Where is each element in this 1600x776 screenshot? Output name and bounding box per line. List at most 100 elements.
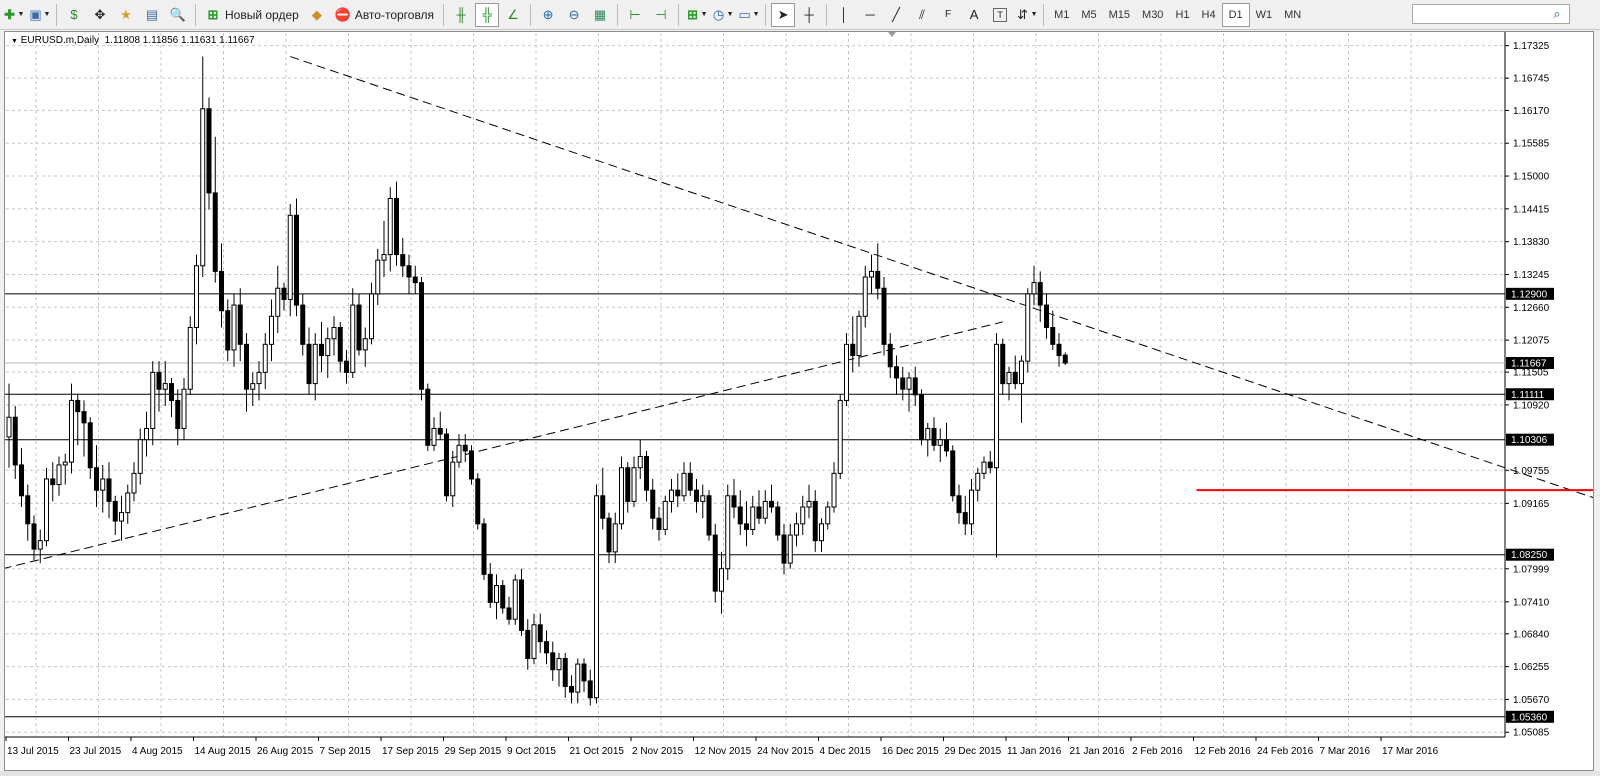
candle-bear <box>112 500 118 522</box>
candle-bull <box>37 540 43 550</box>
profiles-button[interactable]: ▣ ▼ <box>27 3 51 27</box>
candle-bull <box>1019 360 1024 385</box>
zoom-in-button[interactable]: ⊕ <box>536 3 560 27</box>
price-chart[interactable]: 1.17325 1.16745 1.16170 1.15585 1.15000 1.144… <box>5 32 1593 770</box>
price-tick-label: 1.05670 <box>1513 695 1550 706</box>
candle-bull <box>450 461 456 497</box>
candle-bull <box>119 512 124 522</box>
vertical-line-button[interactable]: │ <box>832 3 856 27</box>
channel-icon: ⫽ <box>919 6 925 22</box>
candle-bear <box>212 192 218 272</box>
autoscroll-icon: ⊣ <box>655 6 667 22</box>
candle-bear <box>812 500 818 542</box>
market-watch-icon: $ <box>70 6 78 22</box>
time-tick-label: 29 Sep 2015 <box>445 746 502 757</box>
cursor-button[interactable]: ➤ <box>771 2 796 27</box>
candle-bear <box>500 585 506 609</box>
timeframe-m30-button[interactable]: M30 <box>1136 4 1169 26</box>
tile-windows-icon: ▦ <box>593 6 607 22</box>
favorites-button[interactable]: ★ <box>114 3 138 27</box>
new-chart-button[interactable]: ✚ ▼ <box>1 3 25 27</box>
fibonacci-button[interactable]: F <box>936 3 960 27</box>
candle-bull <box>231 304 237 351</box>
price-tick-label: 1.06840 <box>1513 629 1550 640</box>
crosshair-button[interactable]: ┼ <box>797 3 821 27</box>
chart-symbol: EURUSD.m,Daily <box>20 35 100 46</box>
chart-shift-button[interactable]: ⊢ <box>623 3 647 27</box>
text-button[interactable]: A <box>962 3 986 27</box>
candle-bull <box>144 427 149 441</box>
auto-trading-button[interactable]: ⛔ Авто-торговля <box>331 3 438 27</box>
candle-bull <box>137 439 143 474</box>
time-tick-label: 21 Oct 2015 <box>570 746 625 757</box>
price-level-tag-label: 1.11667 <box>1511 359 1547 370</box>
text-label-button[interactable]: T <box>988 3 1012 27</box>
timeframe-h1-button[interactable]: H1 <box>1169 4 1195 26</box>
time-tick-label: 11 Jan 2016 <box>1007 746 1062 757</box>
chart-window[interactable]: 1.17325 1.16745 1.16170 1.15585 1.15000 1.144… <box>4 31 1594 771</box>
indicators-button[interactable]: ⊞ ▼ <box>684 3 708 27</box>
candle-bull <box>725 495 731 570</box>
candle-bear <box>356 304 362 351</box>
market-watch-button[interactable]: $ <box>62 3 86 27</box>
timeframe-m5-button[interactable]: M5 <box>1075 4 1102 26</box>
templates-button[interactable]: ▭ ▼ <box>736 3 760 27</box>
periods-button[interactable]: ◷ ▼ <box>710 3 734 27</box>
timeframe-m1-button[interactable]: M1 <box>1048 4 1075 26</box>
star-folder-icon: ★ <box>120 6 132 22</box>
candlestick-button[interactable]: ╬ <box>475 2 500 27</box>
candle-bear <box>81 411 87 424</box>
autoscroll-button[interactable]: ⊣ <box>649 3 673 27</box>
timeframe-w1-button[interactable]: W1 <box>1250 4 1279 26</box>
candle-bear <box>1037 282 1043 306</box>
new-order-button[interactable]: ⊞ Новый ордер <box>201 3 303 27</box>
tile-windows-button[interactable]: ▦ <box>588 3 612 27</box>
price-tick-label: 1.09165 <box>1513 499 1550 510</box>
vertical-line-icon: │ <box>840 6 849 22</box>
search-input[interactable] <box>1412 4 1570 24</box>
candle-bear <box>525 629 531 659</box>
time-tick-label: 13 Jul 2015 <box>7 746 59 757</box>
candle-bull <box>1025 293 1031 362</box>
strategy-tester-button[interactable]: 🔍 <box>166 3 190 27</box>
candle-bull <box>456 444 462 463</box>
timeframe-m15-button[interactable]: M15 <box>1103 4 1136 26</box>
timeframe-mn-button[interactable]: MN <box>1278 4 1307 26</box>
candle-bear <box>537 624 543 643</box>
chart-tabs-strip <box>0 771 1600 776</box>
arrows-button[interactable]: ⇵ ▼ <box>1014 3 1038 27</box>
candle-bear <box>706 495 712 536</box>
navigator-button[interactable]: ✥ <box>88 3 112 27</box>
time-tick-label: 4 Aug 2015 <box>132 746 183 757</box>
metaeditor-button[interactable]: ◆ <box>305 3 329 27</box>
candle-bull <box>800 506 806 525</box>
candle-bull <box>631 467 637 502</box>
terminal-button[interactable]: ▤ <box>140 3 164 27</box>
zoom-out-button[interactable]: ⊖ <box>562 3 586 27</box>
candle-bear <box>562 657 568 688</box>
candle-bull <box>794 523 799 536</box>
channel-button[interactable]: ⫽ <box>910 3 934 27</box>
horizontal-line-button[interactable]: ─ <box>858 3 882 27</box>
bar-chart-button[interactable]: ╫ <box>449 3 473 27</box>
candle-bear <box>775 506 781 536</box>
candle-bear <box>169 383 174 401</box>
candle-bull <box>925 427 931 441</box>
auto-trading-label: Авто-торговля <box>354 7 435 22</box>
candle-bear <box>987 461 993 469</box>
candle-bear <box>94 467 99 491</box>
search-icon[interactable]: ⌕ <box>1548 5 1566 23</box>
line-chart-button[interactable]: ∠ <box>501 3 525 27</box>
time-tick-label: 12 Nov 2015 <box>695 746 752 757</box>
trendline-button[interactable]: ╱ <box>884 3 908 27</box>
chart-menu-arrow-icon[interactable]: ▼ <box>11 38 18 45</box>
timeframe-h4-button[interactable]: H4 <box>1196 4 1222 26</box>
candle-bear <box>737 506 743 525</box>
candle-bear <box>887 343 893 368</box>
crosshair-move-icon: ✥ <box>94 6 106 22</box>
timeframe-d1-button[interactable]: D1 <box>1221 2 1250 27</box>
candle-bear <box>687 472 693 491</box>
crosshair-icon: ┼ <box>804 6 814 22</box>
clock-icon: ◷ <box>712 6 725 22</box>
line-chart-icon: ∠ <box>507 6 519 22</box>
